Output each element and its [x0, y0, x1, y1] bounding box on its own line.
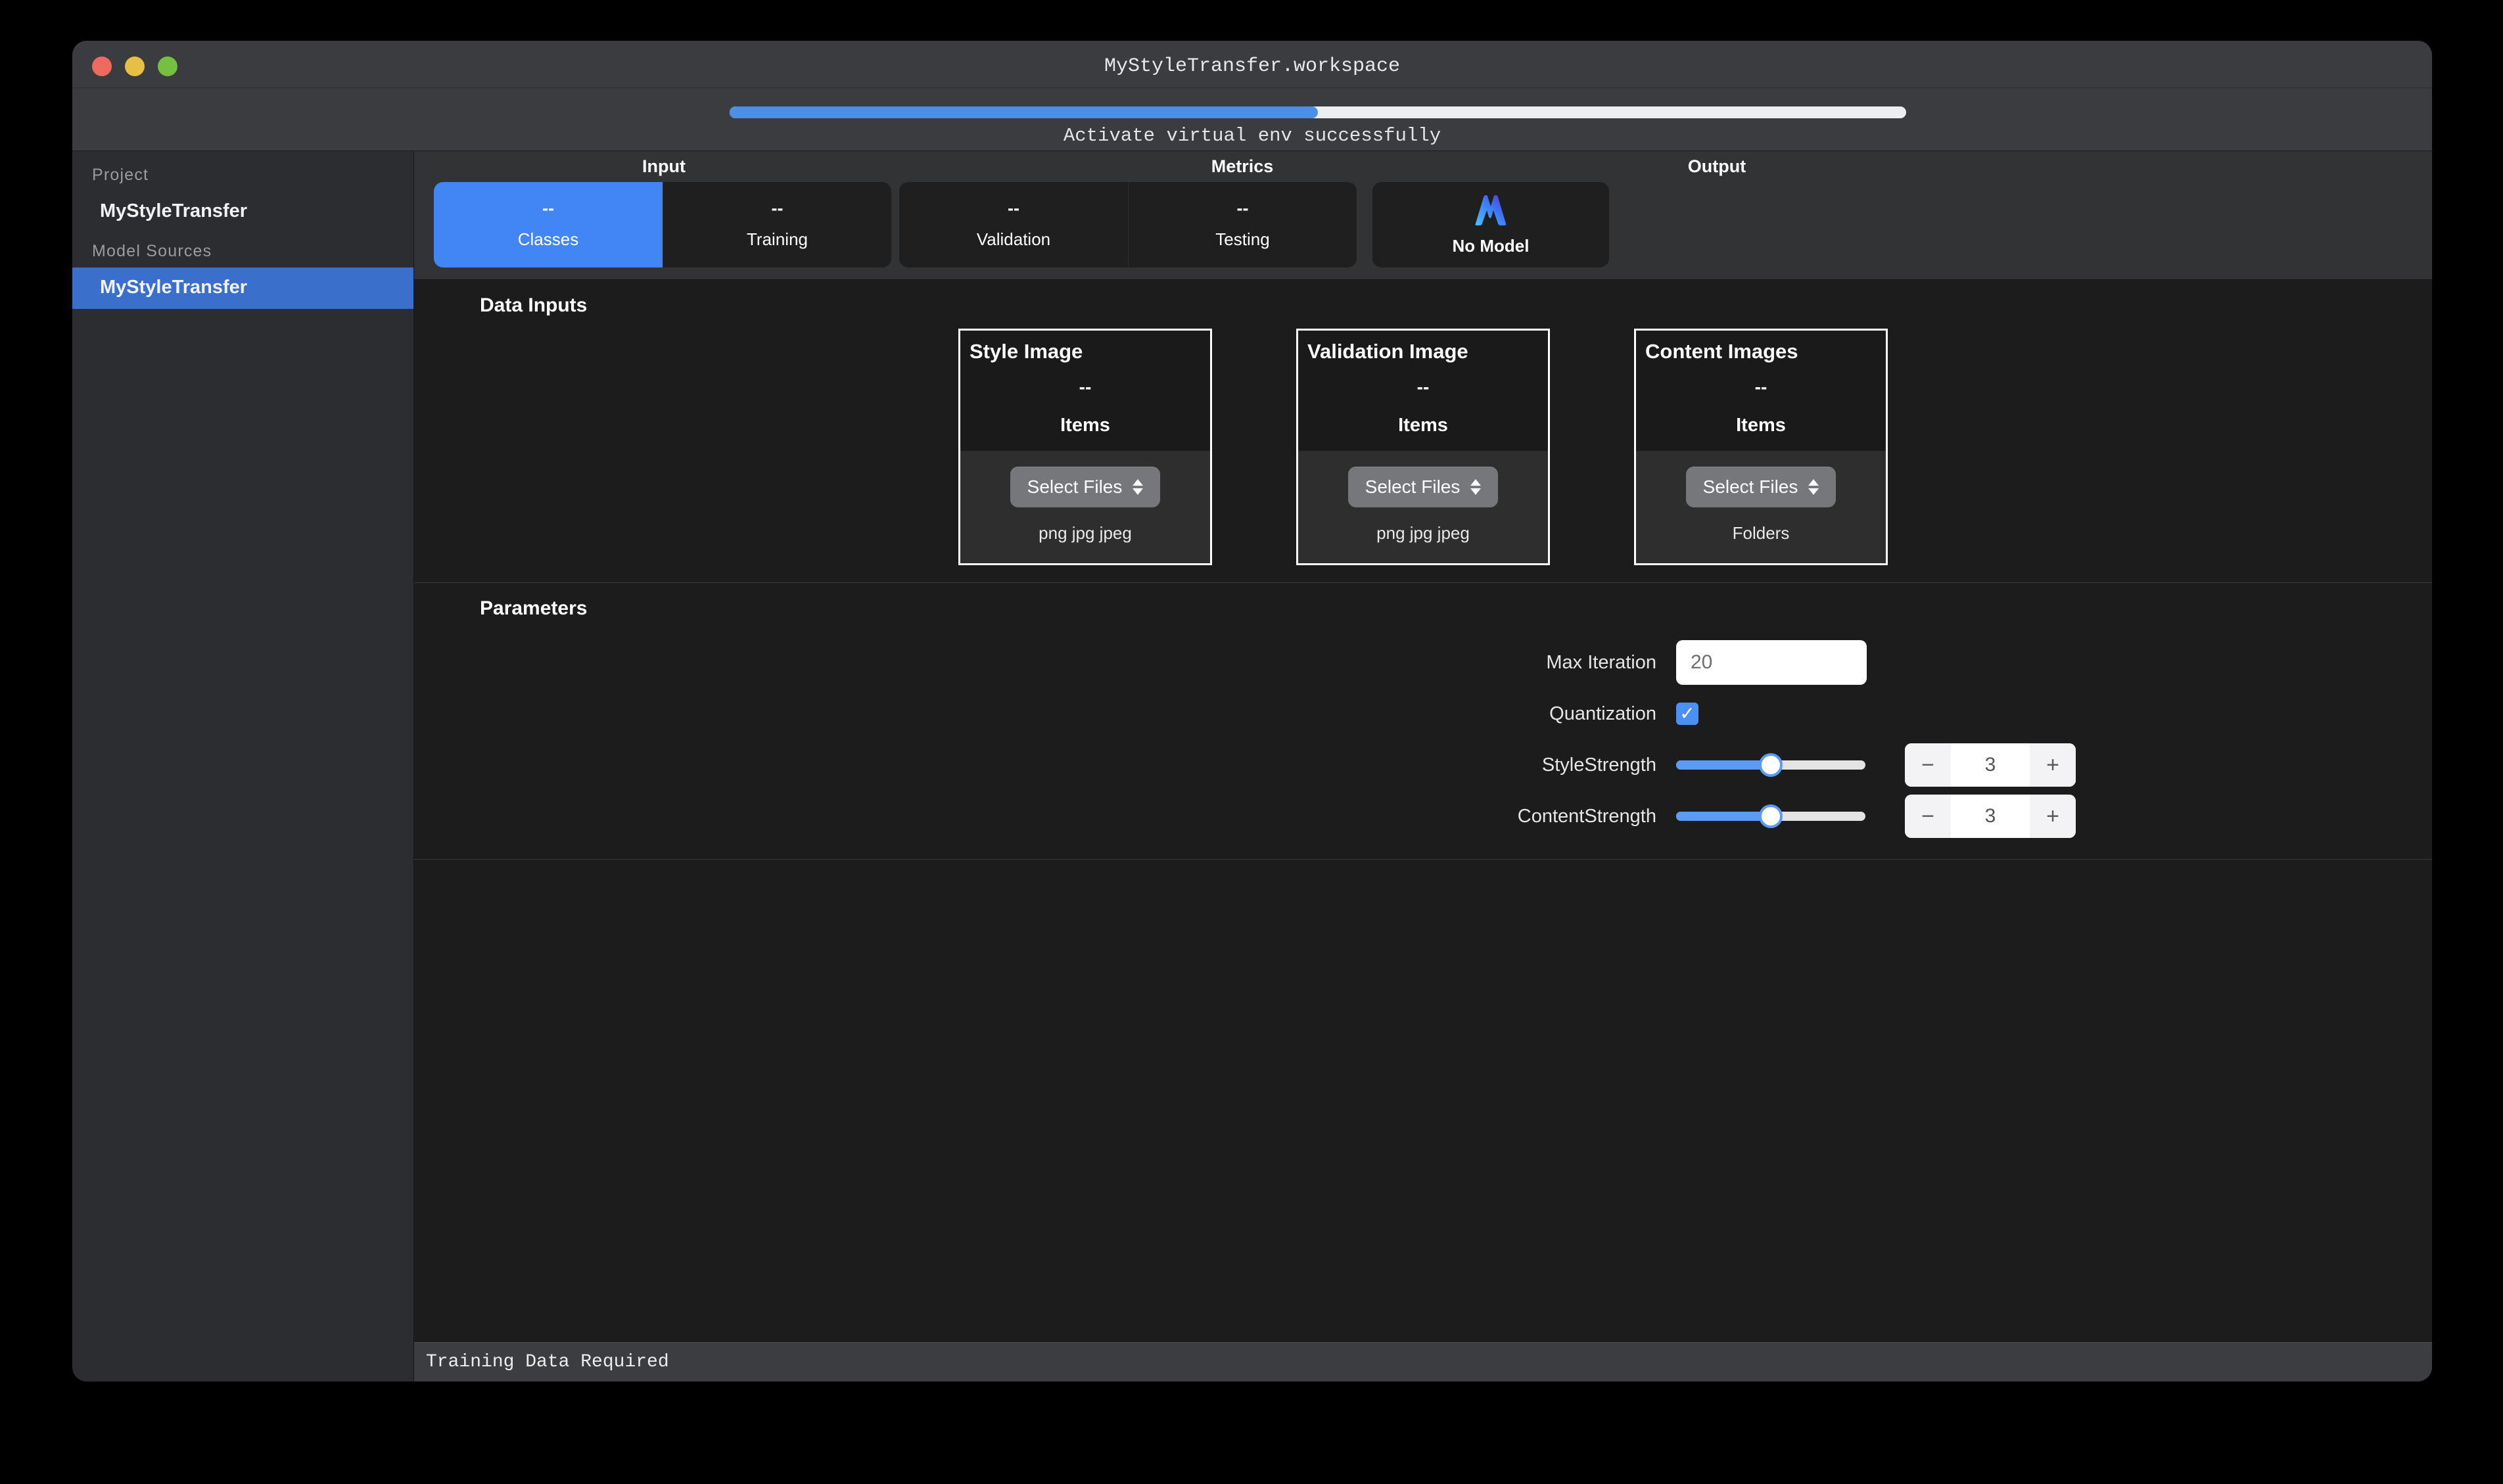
card-content-images-count: --: [1754, 377, 1767, 397]
coreml-model-icon: [1472, 193, 1510, 229]
content-strength-stepper: − 3 +: [1905, 795, 2076, 838]
select-files-label: Select Files: [1702, 476, 1798, 497]
card-content-images: Content Images -- Items Select Files Fol…: [1634, 329, 1888, 565]
tab-training-label: Training: [747, 229, 808, 249]
progress-bar-fill: [730, 106, 1318, 118]
window-title: MyStyleTransfer.workspace: [1104, 55, 1401, 78]
select-files-label: Select Files: [1027, 476, 1123, 497]
style-strength-label: StyleStrength: [1541, 754, 1656, 776]
tab-training[interactable]: -- Training: [663, 182, 891, 267]
tab-classes[interactable]: -- Classes: [434, 182, 663, 267]
param-row-quantization: Quantization ✓: [414, 688, 2432, 739]
sidebar-header-model-sources: Model Sources: [92, 242, 212, 260]
card-validation-image-hint: png jpg jpeg: [1376, 523, 1470, 543]
content-strength-increment-button[interactable]: +: [2030, 795, 2076, 838]
tab-output-no-model[interactable]: No Model: [1372, 182, 1609, 267]
sidebar-header-project: Project: [92, 166, 149, 184]
quantization-checkbox[interactable]: ✓: [1676, 703, 1698, 725]
style-strength-slider[interactable]: [1676, 753, 1865, 777]
parameters-section: Parameters Max Iteration 20 Quantization…: [414, 583, 2432, 860]
style-strength-increment-button[interactable]: +: [2030, 743, 2076, 787]
app-window: MyStyleTransfer.workspace Activate virtu…: [72, 41, 2432, 1381]
param-row-style-strength: StyleStrength − 3 +: [414, 739, 2432, 791]
tab-validation[interactable]: -- Validation: [899, 182, 1128, 267]
sidebar-item-project-mystyletransfer[interactable]: MyStyleTransfer: [72, 191, 413, 233]
tab-classes-label: Classes: [517, 229, 579, 249]
tab-classes-value: --: [542, 198, 554, 218]
content-strength-value[interactable]: 3: [1951, 795, 2030, 838]
param-row-content-strength: ContentStrength − 3 +: [414, 791, 2432, 842]
content-strength-slider-thumb[interactable]: [1759, 804, 1783, 828]
card-style-image-items-label: Items: [1060, 415, 1110, 436]
card-validation-image-count: --: [1416, 377, 1430, 397]
select-files-label: Select Files: [1365, 476, 1461, 497]
tab-training-value: --: [771, 198, 784, 218]
updown-chevron-icon: [1808, 479, 1819, 495]
status-tab-strip: Input Metrics Output -- Classes -- Train…: [414, 151, 2432, 280]
card-validation-image: Validation Image -- Items Select Files p…: [1296, 329, 1550, 565]
data-inputs-title: Data Inputs: [480, 294, 588, 316]
style-strength-stepper: − 3 +: [1905, 743, 2076, 787]
tab-group-metrics: -- Validation -- Testing: [899, 182, 1357, 267]
content-strength-slider[interactable]: [1676, 804, 1865, 828]
sidebar-item-model-mystyletransfer[interactable]: MyStyleTransfer: [72, 267, 413, 309]
progress-strip: Activate virtual env successfully: [72, 88, 2432, 151]
style-strength-slider-thumb[interactable]: [1759, 753, 1783, 777]
style-strength-slider-fill: [1676, 760, 1771, 770]
card-content-images-items-label: Items: [1736, 415, 1786, 436]
empty-content-area: [414, 860, 2432, 1342]
tab-group-input: -- Classes -- Training: [434, 182, 891, 267]
updown-chevron-icon: [1470, 479, 1482, 495]
tab-validation-value: --: [1008, 198, 1019, 218]
select-files-button-validation-image[interactable]: Select Files: [1347, 467, 1499, 507]
updown-chevron-icon: [1133, 479, 1144, 495]
content-strength-decrement-button[interactable]: −: [1905, 795, 1951, 838]
sidebar: Project MyStyleTransfer Model Sources My…: [72, 151, 414, 1381]
card-style-image: Style Image -- Items Select Files png jp…: [958, 329, 1212, 565]
card-style-image-hint: png jpg jpeg: [1039, 523, 1132, 543]
card-style-image-count: --: [1079, 377, 1092, 397]
quantization-label: Quantization: [1549, 703, 1656, 724]
tab-testing-value: --: [1236, 198, 1249, 218]
style-strength-value[interactable]: 3: [1951, 743, 2030, 787]
select-files-button-style-image[interactable]: Select Files: [1010, 467, 1161, 507]
tab-testing[interactable]: -- Testing: [1128, 182, 1357, 267]
tab-validation-label: Validation: [976, 229, 1051, 249]
card-content-images-hint: Folders: [1732, 523, 1790, 543]
status-bar-text: Training Data Required: [426, 1352, 669, 1372]
max-iteration-input[interactable]: 20: [1676, 640, 1867, 685]
tab-testing-label: Testing: [1215, 229, 1270, 249]
title-bar: MyStyleTransfer.workspace: [72, 41, 2432, 88]
group-label-output: Output: [1687, 156, 1746, 176]
param-row-max-iteration: Max Iteration 20: [414, 637, 2432, 688]
tab-output-label: No Model: [1452, 236, 1530, 256]
card-validation-image-items-label: Items: [1398, 415, 1448, 436]
max-iteration-label: Max Iteration: [1546, 651, 1656, 673]
status-bar: Training Data Required: [414, 1342, 2432, 1381]
card-content-images-title: Content Images: [1645, 340, 1798, 363]
content-strength-slider-fill: [1676, 812, 1771, 821]
style-strength-decrement-button[interactable]: −: [1905, 743, 1951, 787]
parameters-title: Parameters: [480, 597, 588, 619]
progress-bar: [730, 106, 1906, 118]
select-files-button-content-images[interactable]: Select Files: [1685, 467, 1836, 507]
card-style-image-title: Style Image: [970, 340, 1083, 363]
group-label-metrics: Metrics: [1211, 156, 1274, 176]
group-label-input: Input: [642, 156, 686, 176]
main-panel: Input Metrics Output -- Classes -- Train…: [414, 151, 2432, 1381]
card-validation-image-title: Validation Image: [1307, 340, 1468, 363]
data-inputs-section: Data Inputs Style Image -- Items Select …: [414, 280, 2432, 583]
progress-status-text: Activate virtual env successfully: [1063, 125, 1441, 147]
content-strength-label: ContentStrength: [1517, 805, 1656, 827]
